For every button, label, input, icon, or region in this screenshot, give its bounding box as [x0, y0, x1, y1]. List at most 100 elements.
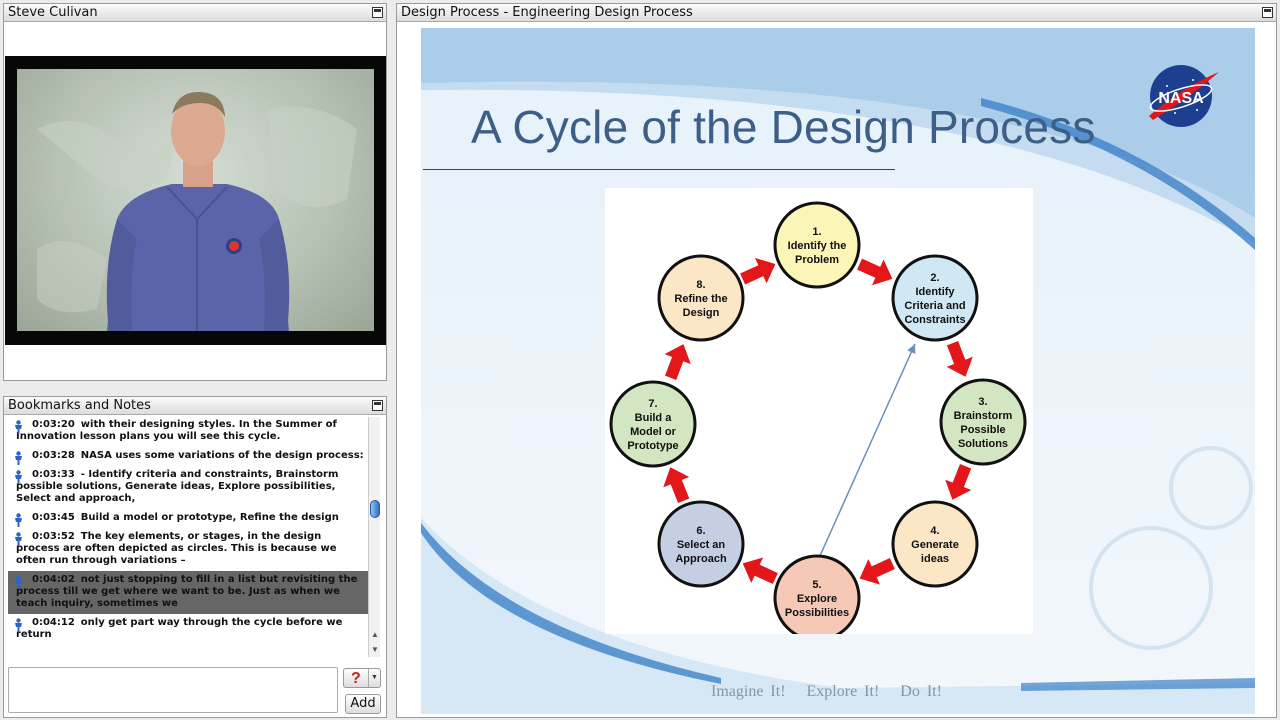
cycle-step-label: 2. [930, 272, 939, 284]
cycle-step-label: Identify [915, 286, 955, 298]
presenter-video[interactable] [17, 69, 374, 331]
cycle-step-label: Generate [911, 539, 959, 551]
note-item[interactable]: 0:03:28 NASA uses some variations of the … [8, 447, 370, 466]
cycle-step-label: 3. [978, 396, 987, 408]
tagline-do: Do It! [900, 683, 942, 700]
note-timestamp: 0:03:20 [32, 419, 75, 430]
note-item[interactable]: 0:04:02 not just stopping to fill in a li… [8, 571, 370, 614]
bookmark-person-icon[interactable] [14, 532, 23, 546]
note-timestamp: 0:03:52 [32, 531, 75, 542]
notes-panel-titlebar: Bookmarks and Notes [4, 397, 386, 415]
cycle-step-label: Problem [795, 254, 839, 266]
chevron-down-icon[interactable]: ▼ [368, 669, 380, 687]
cycle-step-label: 5. [812, 579, 821, 591]
cycle-step-label: Model or [630, 426, 677, 438]
note-input[interactable] [8, 667, 338, 713]
cycle-step: 1. Identify the Problem [773, 201, 861, 289]
bookmark-person-icon[interactable] [14, 618, 23, 632]
notes-list: 0:03:20 with their designing styles. In t… [8, 416, 370, 659]
cycle-step-label: Possible [960, 424, 1005, 436]
cycle-arrow-icon [742, 557, 778, 585]
note-timestamp: 0:04:02 [32, 574, 75, 585]
maximize-icon[interactable] [372, 400, 383, 411]
slide-tagline: Imagine It! Explore It! Do It! [711, 683, 956, 701]
cycle-step-label: Criteria and [904, 300, 965, 312]
cycle-step-label: ideas [921, 553, 949, 565]
maximize-icon[interactable] [372, 7, 383, 18]
note-item[interactable]: 0:03:20 with their designing styles. In t… [8, 416, 370, 447]
cycle-arrow-icon [663, 467, 690, 503]
notes-panel-title: Bookmarks and Notes [8, 398, 151, 413]
maximize-icon[interactable] [1262, 7, 1273, 18]
scroll-down-arrow-icon[interactable]: ▼ [369, 644, 381, 655]
video-player[interactable] [5, 56, 386, 345]
slide-panel-titlebar: Design Process - Engineering Design Proc… [397, 4, 1276, 22]
note-timestamp: 0:03:28 [32, 450, 75, 461]
cycle-step-label: Prototype [627, 440, 678, 452]
tagline-imagine: Imagine It! [711, 683, 786, 700]
note-item[interactable]: 0:03:45 Build a model or prototype, Refin… [8, 509, 370, 528]
cycle-step-label: Approach [675, 553, 727, 565]
cycle-step: 2. Identify Criteria and Constraints [891, 254, 979, 342]
design-cycle-svg: 1. Identify the Problem 2. Identify Criteria … [609, 201, 1027, 642]
help-button[interactable]: ? ▼ [343, 668, 381, 688]
cycle-step: 4. Generate ideas [891, 500, 979, 588]
cycle-arrow-icon [664, 344, 691, 380]
video-panel-titlebar: Steve Culivan [4, 4, 386, 22]
cycle-step-label: 7. [648, 398, 657, 410]
cycle-step-label: Build a [635, 412, 673, 424]
add-button[interactable]: Add [345, 694, 381, 714]
cycle-step-label: Explore [797, 593, 837, 605]
cycle-step-label: Design [683, 307, 720, 319]
cycle-step: 3. Brainstorm Possible Solutions [939, 378, 1027, 466]
cycle-arrow-icon [859, 558, 895, 585]
help-icon: ? [351, 670, 361, 687]
note-timestamp: 0:03:45 [32, 512, 75, 523]
cycle-step-label: Possibilities [785, 607, 849, 619]
cycle-step: 8. Refine the Design [657, 254, 745, 342]
note-item[interactable]: 0:03:52 The key elements, or stages, in t… [8, 528, 370, 571]
scroll-thumb[interactable] [370, 500, 380, 518]
bookmark-person-icon[interactable] [14, 420, 23, 434]
cycle-step: 6. Select an Approach [657, 500, 745, 588]
bookmarks-notes-panel: Bookmarks and Notes 0:03:20 with their de… [3, 396, 387, 718]
bookmark-person-icon[interactable] [14, 470, 23, 484]
cycle-step-label: Select an [677, 539, 726, 551]
cycle-arrow-icon [945, 464, 972, 500]
bookmark-person-icon[interactable] [14, 575, 23, 589]
cycle-arrow-icon [740, 257, 776, 285]
cycle-step-label: Refine the [674, 293, 727, 305]
note-item[interactable]: 0:04:12 only get part way through the cyc… [8, 614, 370, 645]
cycle-step: 5. Explore Possibilities [773, 554, 861, 642]
slide: A Cycle of the Design Process NASA 1. Ide… [421, 28, 1255, 714]
cycle-step-label: 4. [930, 525, 939, 537]
note-item[interactable]: 0:03:33- Identify criteria and constrain… [8, 466, 370, 509]
tagline-explore: Explore It! [806, 683, 880, 700]
title-divider [423, 169, 895, 170]
cycle-step-label: Identify the [788, 240, 847, 252]
scroll-up-arrow-icon[interactable]: ▲ [369, 629, 381, 640]
cycle-step-label: Solutions [958, 438, 1008, 450]
bookmark-person-icon[interactable] [14, 451, 23, 465]
cycle-step-label: 6. [696, 525, 705, 537]
cycle-step: 7. Build a Model or Prototype [609, 380, 697, 468]
notes-scrollbar[interactable]: ▲ ▼ [368, 417, 380, 657]
nasa-logo-icon: NASA [1149, 65, 1219, 127]
cycle-arrow-icon [946, 341, 973, 377]
note-timestamp: 0:04:12 [32, 617, 75, 628]
slide-title: A Cycle of the Design Process [471, 101, 1096, 153]
note-text: Build a model or prototype, Refine the d… [80, 512, 339, 523]
video-panel: Steve Culivan [3, 3, 387, 381]
cycle-step-label: Brainstorm [954, 410, 1013, 422]
cycle-arrow-icon [857, 258, 893, 286]
note-text: NASA uses some variations of the design … [80, 450, 364, 461]
slide-panel-title: Design Process - Engineering Design Proc… [401, 5, 693, 20]
cycle-step-label: 1. [812, 226, 821, 238]
cycle-step-label: Constraints [904, 314, 965, 326]
note-timestamp: 0:03:33 [32, 469, 75, 480]
bookmark-person-icon[interactable] [14, 513, 23, 527]
presenter-image [37, 91, 357, 331]
cycle-step-label: 8. [696, 279, 705, 291]
video-panel-title: Steve Culivan [8, 5, 98, 20]
design-cycle-diagram: 1. Identify the Problem 2. Identify Criteria … [605, 188, 1033, 642]
